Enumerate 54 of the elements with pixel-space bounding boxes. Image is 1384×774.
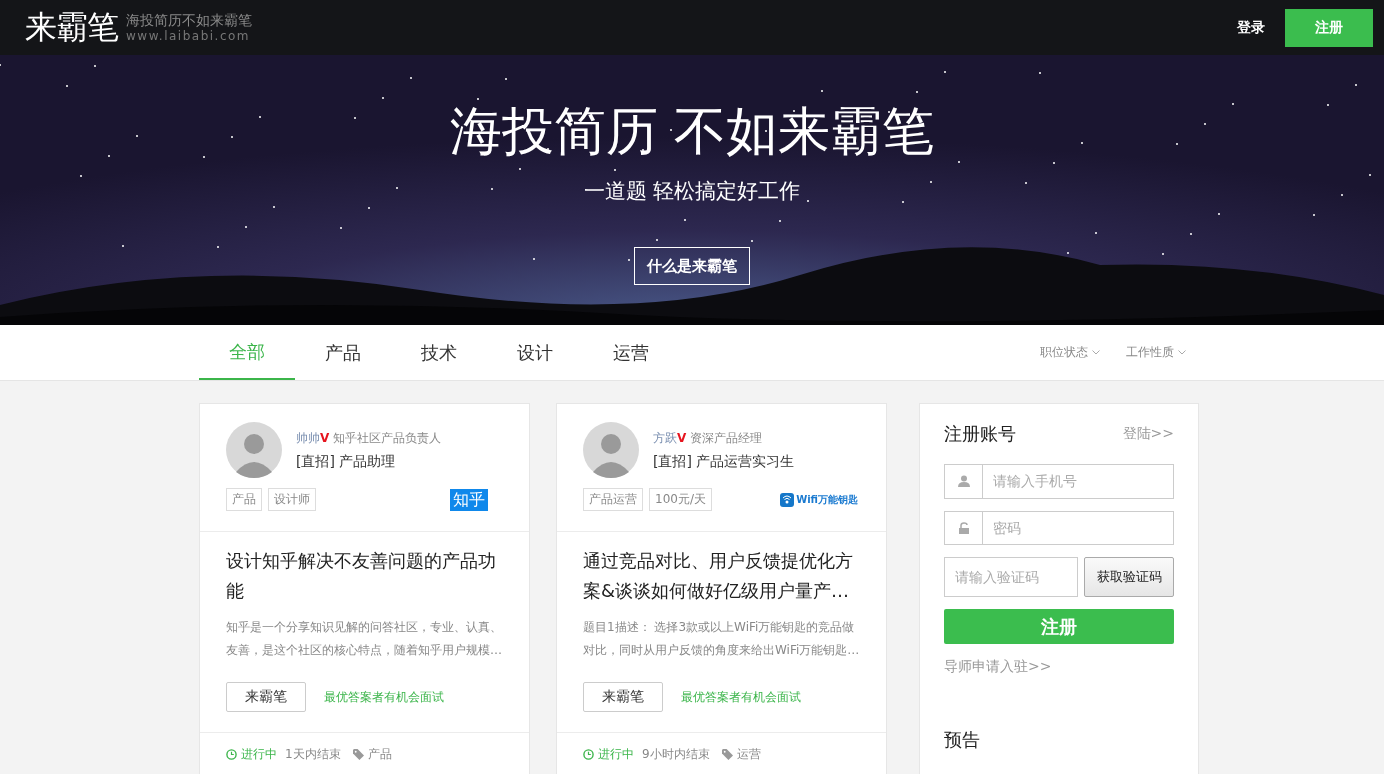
status-text: 进行中 [598,746,634,763]
job-title[interactable]: [直招] 产品运营实习生 [653,452,795,471]
question-description: 题目1描述： 选择3款或以上WiFi万能钥匙的竞品做对比，同时从用户反馈的角度来给出WiFi万能钥匙… [583,619,861,659]
question-description: 知乎是一个分享知识见解的问答社区，专业、认真、友善，是这个社区的核心特点，随着知乎用户规模… [226,619,503,659]
deadline-text: 1天内结束 [285,746,341,763]
clock-icon [583,749,594,760]
wifi-icon [780,492,795,507]
user-icon [944,464,983,499]
category-tab[interactable]: 产品 [295,325,391,380]
job-title[interactable]: [直招] 产品助理 [296,452,442,471]
category-label: 运营 [736,746,761,763]
code-field[interactable]: 请输入验证码 [944,557,1078,598]
mentor-line: 帅帅V 知乎社区产品负责人 [296,429,442,447]
company-logo: 知乎 [450,488,488,511]
avatar [583,422,639,478]
get-code-button[interactable]: 获取验证码 [1084,557,1174,598]
chevron-icon [1178,350,1186,355]
interview-hint: 最优答案者有机会面试 [324,688,444,706]
site-logo[interactable]: 来霸笔 [25,5,118,50]
login-link[interactable]: 登录 [1237,18,1265,37]
job-tag: 产品运营 [583,488,643,511]
job-tag: 设计师 [268,488,316,511]
filter-dropdown[interactable]: 工作性质 [1126,344,1186,361]
answer-button[interactable]: 来霸笔 [226,682,306,712]
mentor-line: 方跃V 资深产品经理 [653,429,764,447]
deadline-text: 9小时内结束 [642,746,710,763]
filter-dropdown[interactable]: 职位状态 [1040,344,1100,361]
about-button[interactable]: 什么是来霸笔 [634,247,750,285]
tag-icon [721,749,733,760]
company-logo: Wifi万能钥匙 [796,492,858,507]
tag-icon [352,749,364,760]
phone-field[interactable]: 请输入手机号 [983,464,1174,499]
preview-title: 预告 [944,728,981,752]
job-tag: 产品 [226,488,262,511]
question-title[interactable]: 设计知乎解决不友善问题的产品功能 [226,546,504,606]
signup-title: 注册账号 [944,422,1016,446]
hero-title: 海投简历 不如来霸笔 [449,100,935,163]
password-field[interactable]: 密码 [983,510,1174,546]
avatar [226,422,282,478]
category-tab[interactable]: 运营 [583,325,679,380]
clock-icon [226,749,237,760]
job-tag: 100元/天 [649,488,712,511]
hero-subtitle: 一道题 轻松搞定好工作 [583,178,801,205]
site-tagline: 海投简历不如来霸笔 [126,11,252,28]
site-url: www.laibabi.com [126,27,252,44]
category-label: 产品 [367,746,392,763]
answer-button[interactable]: 来霸笔 [583,682,663,712]
status-text: 进行中 [241,746,277,763]
chevron-icon [1092,350,1100,355]
lock-icon [944,510,983,546]
interview-hint: 最优答案者有机会面试 [681,688,801,706]
question-title[interactable]: 通过竞品对比、用户反馈提优化方案&谈谈如何做好亿级用户量产… [583,546,861,606]
category-tab[interactable]: 技术 [391,325,487,380]
category-tab[interactable]: 设计 [487,325,583,380]
